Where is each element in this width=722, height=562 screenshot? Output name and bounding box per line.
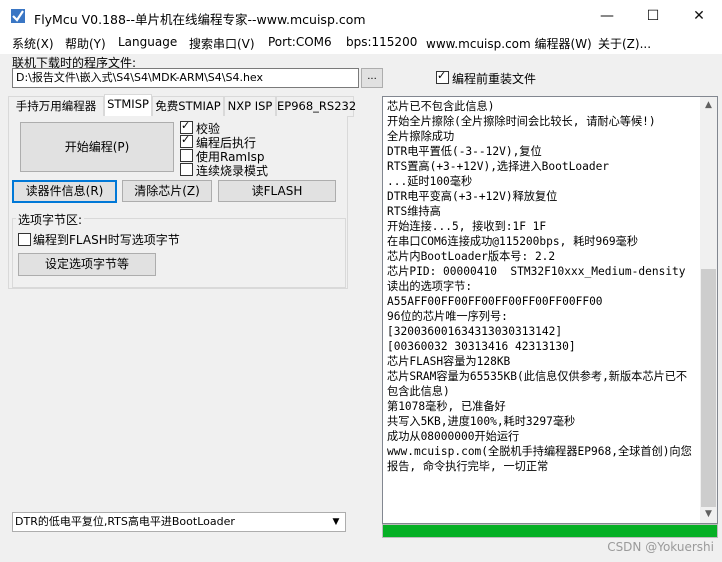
write-option-checkbox[interactable] xyxy=(18,233,31,246)
log-line: [3200360016343130303131​42] xyxy=(387,325,563,338)
erase-chip-button[interactable]: 清除芯片(Z) xyxy=(122,180,212,202)
scroll-thumb[interactable] xyxy=(701,269,716,507)
log-line: www.mcuisp.com(全脱机手持编程器EP968,全球首创)向您报告, … xyxy=(387,445,692,473)
reload-label: 编程前重装文件 xyxy=(452,72,537,86)
log-line: 芯片FLASH容量为128KB xyxy=(387,355,511,368)
log-line: 读出的选项字节: xyxy=(387,280,473,293)
menu-baudrate[interactable]: bps:115200 xyxy=(346,35,417,49)
file-path-input[interactable]: D:\报告文件\嵌入式\S4\S4\MDK-ARM\S4\S4.hex xyxy=(12,68,359,88)
window-title: FlyMcu V0.188--单片机在线编程专家--www.mcuisp.com xyxy=(34,12,366,27)
log-line: 全片擦除成功 xyxy=(387,130,455,143)
tab-stmiap[interactable]: 免费STMIAP xyxy=(152,96,224,117)
menu-port[interactable]: Port:COM6 xyxy=(268,35,332,49)
log-line: DTR电平变高(+3-+12V)释放复位 xyxy=(387,190,558,203)
log-line: 芯片内BootLoader版本号: 2.2 xyxy=(387,250,556,263)
log-line: RTS维持高 xyxy=(387,205,441,218)
menu-about[interactable]: 关于(Z)... xyxy=(598,35,651,52)
scroll-up-icon[interactable]: ▲ xyxy=(700,97,717,114)
menu-help[interactable]: 帮助(Y) xyxy=(65,35,106,52)
log-text: 芯片已不包含此信息) 开始全片擦除(全片擦除时间会比较长, 请耐心等候!) 全片擦除… xyxy=(387,99,695,474)
tab-stmisp[interactable]: STMISP xyxy=(104,94,152,117)
continuous-mode-checkbox[interactable] xyxy=(180,163,193,176)
chevron-down-icon[interactable]: ▼ xyxy=(329,513,343,531)
log-line: 芯片已不包含此信息) xyxy=(387,100,495,113)
log-scrollbar[interactable]: ▲ ▼ xyxy=(700,97,717,523)
progress-fill xyxy=(383,525,717,537)
reload-checkbox[interactable] xyxy=(436,69,449,84)
close-button[interactable]: ✕ xyxy=(676,0,722,32)
continuous-mode-label: 连续烧录模式 xyxy=(196,164,269,178)
log-output[interactable]: 芯片已不包含此信息) 开始全片擦除(全片擦除时间会比较长, 请耐心等候!) 全片擦除… xyxy=(382,96,718,524)
menu-bar: 系统(X) 帮助(Y) Language 搜索串口(V) Port:COM6 b… xyxy=(0,32,722,54)
log-line: 开始全片擦除(全片擦除时间会比较长, 请耐心等候!) xyxy=(387,115,656,128)
log-line: ...延时100毫秒 xyxy=(387,175,473,188)
log-line: DTR电平置低(-3--12V),复位 xyxy=(387,145,542,158)
read-device-info-button[interactable]: 读器件信息(R) xyxy=(12,180,117,203)
tab-nxp-isp[interactable]: NXP ISP xyxy=(224,96,276,117)
app-logo-icon xyxy=(10,8,26,24)
log-line: 在串口COM6连接成功@115200bps, 耗时969毫秒 xyxy=(387,235,639,248)
tab-handheld[interactable]: 手持万用编程器 xyxy=(8,96,104,117)
log-line: 96位的芯片唯一序列号: xyxy=(387,310,508,323)
log-line: 第1078毫秒, 已准备好 xyxy=(387,400,506,413)
log-line: 芯片PID: 00000410 STM32F10xxx_Medium-densi… xyxy=(387,265,686,278)
progress-bar xyxy=(382,524,718,538)
minimize-button[interactable]: — xyxy=(584,0,630,32)
log-line: 成功从08000000开始运行 xyxy=(387,430,520,443)
watermark: CSDN @Yokuershi xyxy=(607,540,714,554)
title-bar: FlyMcu V0.188--单片机在线编程专家--www.mcuisp.com… xyxy=(0,0,722,32)
read-flash-button[interactable]: 读FLASH xyxy=(218,180,336,202)
log-line: A55AFF00FF00FF00FF00FF00FF00FF00 xyxy=(387,295,603,308)
log-line: [00360032 30313416 42313130] xyxy=(387,340,576,353)
browse-button[interactable]: ... xyxy=(361,68,383,88)
reset-mode-value: DTR的低电平复位,RTS高电平进BootLoader xyxy=(15,515,235,528)
reset-mode-select[interactable]: DTR的低电平复位,RTS高电平进BootLoader ▼ xyxy=(12,512,346,532)
scroll-down-icon[interactable]: ▼ xyxy=(700,506,717,523)
menu-programmer[interactable]: www.mcuisp.com 编程器(W) xyxy=(426,35,592,52)
log-line: 芯片SRAM容量为65535KB(此信息仅供参考,新版本芯片已不包含此信息) xyxy=(387,370,688,398)
write-option-label: 编程到FLASH时写选项字节 xyxy=(33,233,180,247)
menu-language[interactable]: Language xyxy=(118,35,177,49)
option-bytes-group-title: 选项字节区: xyxy=(16,211,85,228)
ramisp-checkbox[interactable] xyxy=(180,149,193,162)
menu-search-port[interactable]: 搜索串口(V) xyxy=(189,35,255,52)
tab-ep968[interactable]: EP968_RS232 xyxy=(276,96,356,117)
set-option-bytes-button[interactable]: 设定选项字节等 xyxy=(18,253,156,276)
menu-system[interactable]: 系统(X) xyxy=(12,35,54,52)
start-program-button[interactable]: 开始编程(P) xyxy=(20,122,174,172)
run-after-checkbox[interactable] xyxy=(180,133,193,148)
log-line: 共写入5KB,进度100%,耗时3297毫秒 xyxy=(387,415,576,428)
log-line: 开始连接...5, 接收到:1F 1F xyxy=(387,220,547,233)
log-line: RTS置高(+3-+12V),选择进入BootLoader xyxy=(387,160,610,173)
maximize-button[interactable]: ☐ xyxy=(630,0,676,32)
tab-bar: 手持万用编程器 STMISP 免费STMIAP NXP ISP EP968_RS… xyxy=(8,94,356,117)
